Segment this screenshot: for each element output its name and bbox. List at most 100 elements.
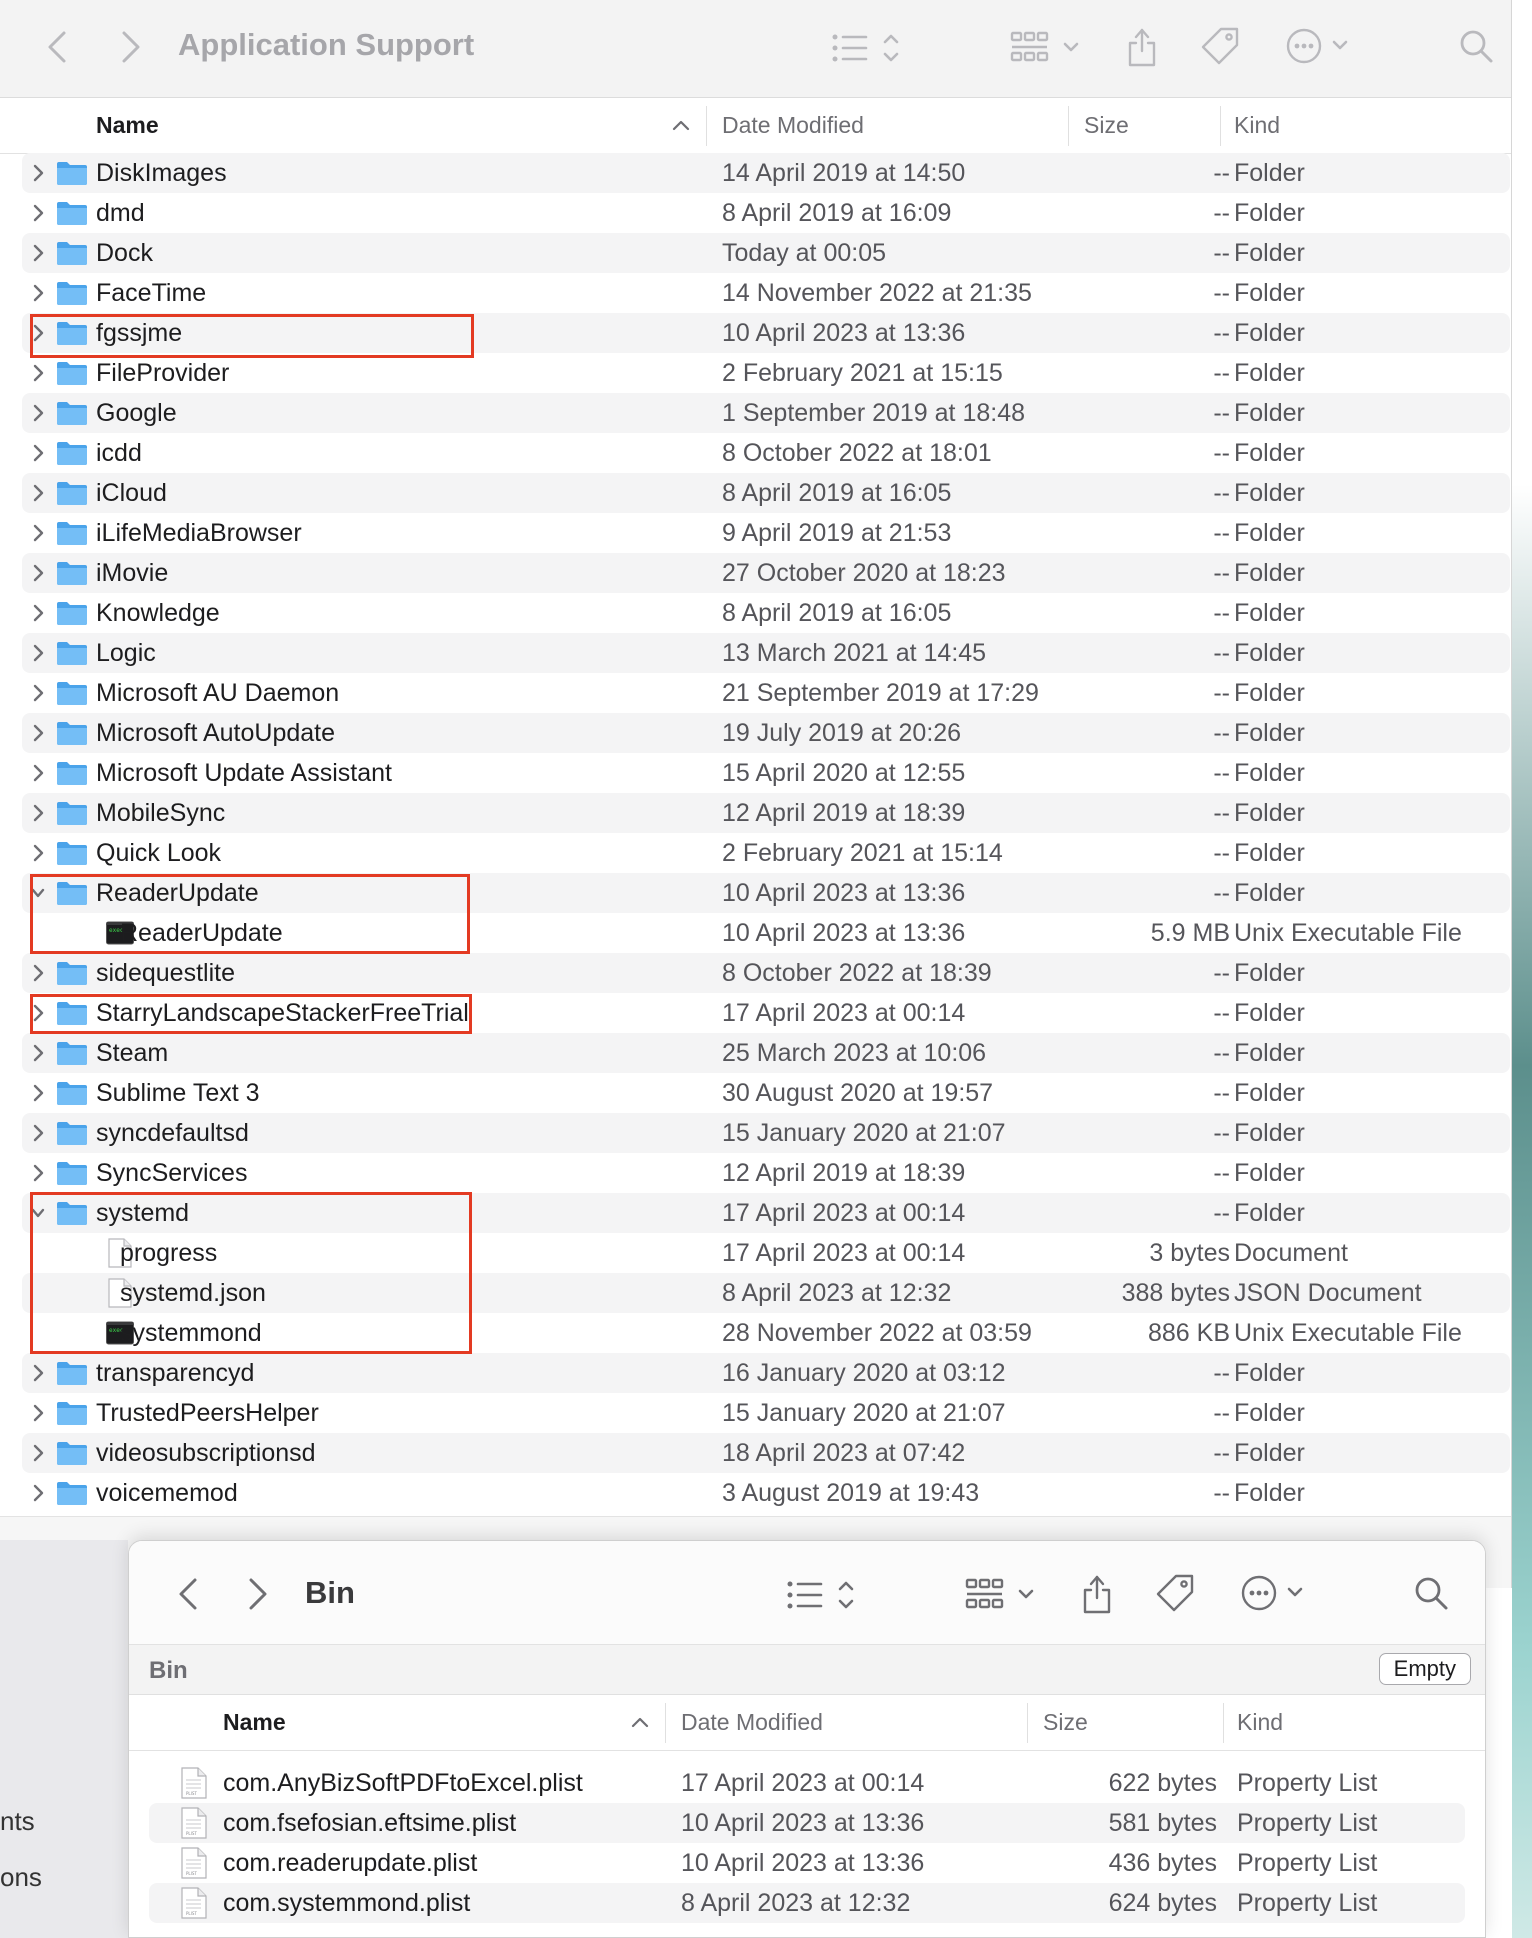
disclosure-collapsed-icon[interactable] <box>30 1002 50 1024</box>
folder-row[interactable]: FaceTime 14 November 2022 at 21:35 -- Folde… <box>22 273 1510 313</box>
folder-row[interactable]: Microsoft Update Assistant 15 April 2020 … <box>22 753 1510 793</box>
folder-row[interactable]: Knowledge 8 April 2019 at 16:05 -- Folder <box>22 593 1510 633</box>
more-actions-icon[interactable] <box>1239 1573 1313 1613</box>
folder-row[interactable]: MobileSync 12 April 2019 at 18:39 -- Folder <box>22 793 1510 833</box>
disclosure-collapsed-icon[interactable] <box>30 482 50 504</box>
folder-row[interactable]: Microsoft AutoUpdate 19 July 2019 at 20:2… <box>22 713 1510 753</box>
disclosure-collapsed-icon[interactable] <box>30 242 50 264</box>
disclosure-expanded-icon[interactable] <box>30 882 50 904</box>
column-separator[interactable] <box>1223 1703 1224 1743</box>
folder-row[interactable]: voicememod 3 August 2019 at 19:43 -- Folder <box>22 1473 1510 1513</box>
column-separator[interactable] <box>1027 1703 1028 1743</box>
folder-row[interactable]: videosubscriptionsd 18 April 2023 at 07:4… <box>22 1433 1510 1473</box>
folder-row[interactable]: iCloud 8 April 2019 at 16:05 -- Folder <box>22 473 1510 513</box>
folder-row[interactable]: Steam 25 March 2023 at 10:06 -- Folder <box>22 1033 1510 1073</box>
folder-row[interactable]: Sublime Text 3 30 August 2020 at 19:57 -- F… <box>22 1073 1510 1113</box>
column-date-modified[interactable]: Date Modified <box>681 1709 823 1736</box>
tag-icon[interactable] <box>1198 24 1242 68</box>
disclosure-collapsed-icon[interactable] <box>30 522 50 544</box>
disclosure-collapsed-icon[interactable] <box>30 1042 50 1064</box>
disclosure-collapsed-icon[interactable] <box>30 842 50 864</box>
folder-row[interactable]: ReaderUpdate 10 April 2023 at 13:36 -- Fold… <box>22 873 1510 913</box>
disclosure-collapsed-icon[interactable] <box>30 802 50 824</box>
group-view-icon[interactable] <box>1010 28 1084 68</box>
column-separator[interactable] <box>665 1703 666 1743</box>
file-row[interactable]: progress 17 April 2023 at 00:14 3 bytes Doc… <box>22 1233 1510 1273</box>
column-date-modified[interactable]: Date Modified <box>722 112 864 139</box>
column-separator[interactable] <box>706 106 707 146</box>
disclosure-expanded-icon[interactable] <box>30 1202 50 1224</box>
disclosure-collapsed-icon[interactable] <box>30 402 50 424</box>
disclosure-collapsed-icon[interactable] <box>30 722 50 744</box>
folder-row[interactable]: iMovie 27 October 2020 at 18:23 -- Folder <box>22 553 1510 593</box>
disclosure-collapsed-icon[interactable] <box>30 1442 50 1464</box>
search-icon[interactable] <box>1456 26 1496 66</box>
list-view-icon[interactable] <box>830 28 904 68</box>
folder-row[interactable]: iLifeMediaBrowser 9 April 2019 at 21:53 --… <box>22 513 1510 553</box>
column-size[interactable]: Size <box>1084 112 1129 139</box>
back-icon[interactable] <box>42 22 72 72</box>
folder-row[interactable]: DiskImages 14 April 2019 at 14:50 -- Folder <box>22 153 1510 193</box>
disclosure-collapsed-icon[interactable] <box>30 962 50 984</box>
folder-row[interactable]: syncdefaultsd 15 January 2020 at 21:07 -- F… <box>22 1113 1510 1153</box>
disclosure-collapsed-icon[interactable] <box>30 1122 50 1144</box>
forward-icon[interactable] <box>116 22 146 72</box>
forward-icon[interactable] <box>243 1569 273 1619</box>
sort-ascending-icon[interactable] <box>629 1711 651 1733</box>
folder-row[interactable]: Dock Today at 00:05 -- Folder <box>22 233 1510 273</box>
column-separator[interactable] <box>1220 106 1221 146</box>
share-icon[interactable] <box>1124 24 1160 68</box>
file-row[interactable]: PLIST com.readerupdate.plist 10 April 2023… <box>149 1843 1465 1883</box>
disclosure-collapsed-icon[interactable] <box>30 1482 50 1504</box>
list-view-icon[interactable] <box>785 1575 859 1615</box>
column-separator[interactable] <box>1068 106 1069 146</box>
folder-row[interactable]: FileProvider 2 February 2021 at 15:15 -- Fo… <box>22 353 1510 393</box>
folder-row[interactable]: systemd 17 April 2023 at 00:14 -- Folder <box>22 1193 1510 1233</box>
disclosure-collapsed-icon[interactable] <box>30 602 50 624</box>
file-row[interactable]: PLIST com.systemmond.plist 8 April 2023 at… <box>149 1883 1465 1923</box>
folder-row[interactable]: StarryLandscapeStackerFreeTrial 17 April … <box>22 993 1510 1033</box>
folder-row[interactable]: dmd 8 April 2019 at 16:09 -- Folder <box>22 193 1510 233</box>
folder-row[interactable]: transparencyd 16 January 2020 at 03:12 -- F… <box>22 1353 1510 1393</box>
disclosure-collapsed-icon[interactable] <box>30 282 50 304</box>
disclosure-collapsed-icon[interactable] <box>30 762 50 784</box>
folder-row[interactable]: TrustedPeersHelper 15 January 2020 at 21:… <box>22 1393 1510 1433</box>
column-kind[interactable]: Kind <box>1234 112 1280 139</box>
share-icon[interactable] <box>1079 1571 1115 1615</box>
disclosure-collapsed-icon[interactable] <box>30 362 50 384</box>
folder-row[interactable]: Microsoft AU Daemon 21 September 2019 at … <box>22 673 1510 713</box>
tag-icon[interactable] <box>1153 1571 1197 1615</box>
file-row[interactable]: exec ReaderUpdate 10 April 2023 at 13:36 5.… <box>22 913 1510 953</box>
file-row[interactable]: PLIST com.AnyBizSoftPDFtoExcel.plist 17 Ap… <box>149 1763 1465 1803</box>
sort-ascending-icon[interactable] <box>670 114 692 136</box>
disclosure-collapsed-icon[interactable] <box>30 1402 50 1424</box>
back-icon[interactable] <box>173 1569 203 1619</box>
column-name[interactable]: Name <box>223 1709 286 1736</box>
column-size[interactable]: Size <box>1043 1709 1088 1736</box>
folder-row[interactable]: Quick Look 2 February 2021 at 15:14 -- Fold… <box>22 833 1510 873</box>
folder-row[interactable]: Google 1 September 2019 at 18:48 -- Folder <box>22 393 1510 433</box>
folder-row[interactable]: sidequestlite 8 October 2022 at 18:39 -- Fo… <box>22 953 1510 993</box>
search-icon[interactable] <box>1411 1573 1451 1613</box>
file-row[interactable]: systemd.json 8 April 2023 at 12:32 388 byt… <box>22 1273 1510 1313</box>
disclosure-collapsed-icon[interactable] <box>30 1162 50 1184</box>
folder-row[interactable]: fgssjme 10 April 2023 at 13:36 -- Folder <box>22 313 1510 353</box>
group-view-icon[interactable] <box>965 1575 1039 1615</box>
folder-row[interactable]: SyncServices 12 April 2019 at 18:39 -- Fold… <box>22 1153 1510 1193</box>
disclosure-collapsed-icon[interactable] <box>30 562 50 584</box>
disclosure-collapsed-icon[interactable] <box>30 442 50 464</box>
disclosure-collapsed-icon[interactable] <box>30 162 50 184</box>
file-row[interactable]: exec systemmond 28 November 2022 at 03:59 8… <box>22 1313 1510 1353</box>
more-actions-icon[interactable] <box>1284 26 1358 66</box>
disclosure-collapsed-icon[interactable] <box>30 202 50 224</box>
column-name[interactable]: Name <box>96 112 159 139</box>
disclosure-collapsed-icon[interactable] <box>30 682 50 704</box>
disclosure-collapsed-icon[interactable] <box>30 1362 50 1384</box>
disclosure-collapsed-icon[interactable] <box>30 642 50 664</box>
folder-row[interactable]: Logic 13 March 2021 at 14:45 -- Folder <box>22 633 1510 673</box>
disclosure-collapsed-icon[interactable] <box>30 1082 50 1104</box>
column-kind[interactable]: Kind <box>1237 1709 1283 1736</box>
folder-row[interactable]: icdd 8 October 2022 at 18:01 -- Folder <box>22 433 1510 473</box>
empty-bin-button[interactable]: Empty <box>1378 1653 1471 1685</box>
file-row[interactable]: PLIST com.fsefosian.eftsime.plist 10 April… <box>149 1803 1465 1843</box>
